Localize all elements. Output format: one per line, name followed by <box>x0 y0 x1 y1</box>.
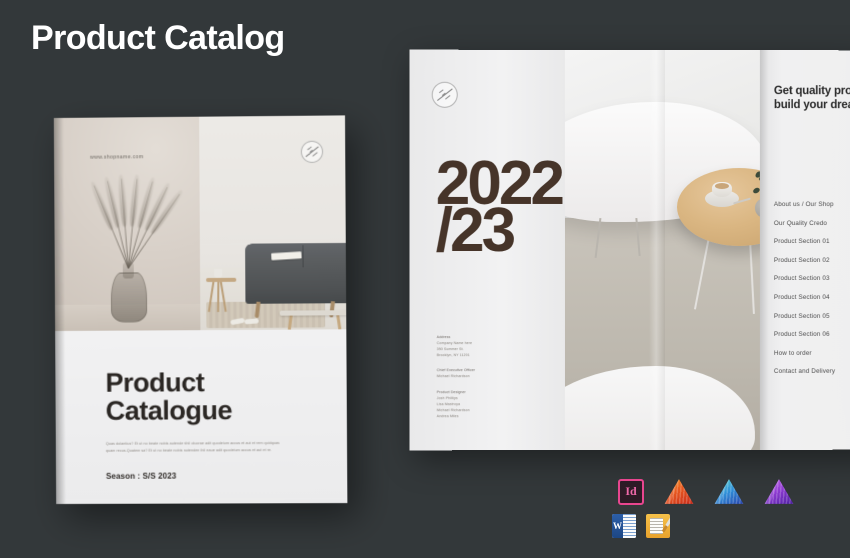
badge-tick <box>445 94 451 100</box>
coffee-crema <box>714 183 729 190</box>
info-line: Brooklyn, NY 11201 <box>436 353 470 358</box>
spread-panel-year: 2022 /23 Address Company Name here 350 S… <box>409 49 565 451</box>
toc-item: Contact and Delivery <box>773 368 836 376</box>
cushion-seam <box>301 245 304 268</box>
toc-item: Product Section 02 <box>773 256 830 264</box>
plant <box>751 158 760 202</box>
info-line: Michael Richardson <box>436 374 470 379</box>
info-block: Product Designer Josh Phillips Lisa Mast… <box>437 389 475 420</box>
badge-tick <box>312 151 318 157</box>
toc-item: Product Section 04 <box>773 293 830 301</box>
brochure-spread: 2022 /23 Address Company Name here 350 S… <box>409 49 850 451</box>
sofa-seat <box>245 256 347 304</box>
pages-sheet <box>650 518 663 534</box>
cover-page: www.shopname.com Product Catalogue Quas … <box>53 115 348 504</box>
catalog-cover-mockup: www.shopname.com Product Catalogue Quas … <box>53 115 348 504</box>
word-letter: W <box>612 514 623 538</box>
brochure-spread-mockup: 2022 /23 Address Company Name here 350 S… <box>409 49 850 451</box>
affinity-photo-icon <box>714 478 744 505</box>
toc-item: How to order <box>773 349 812 357</box>
toc-item: Product Section 06 <box>773 331 830 339</box>
logo-badge-icon <box>300 140 324 163</box>
spread-year-text: 2022 /23 <box>435 148 562 266</box>
spread-headline-line-1: Get quality prod <box>773 85 850 98</box>
spread-panel-photo <box>564 49 760 451</box>
compatible-apps-row-2: W <box>612 514 670 538</box>
side-table-top <box>206 277 237 283</box>
cover-heading-line-1: Product <box>105 367 205 398</box>
spread-headline-line-2: build your drean <box>773 99 850 112</box>
toc-item: Product Section 03 <box>773 275 830 283</box>
cover-body-text: Quas dolantius? Et ut no beate nobis aut… <box>105 441 280 453</box>
screenshot-root: Product Catalog www.shopname.com Product… <box>0 0 850 558</box>
glass-vase <box>110 272 147 323</box>
side-table-leg <box>217 280 220 313</box>
microsoft-word-icon: W <box>612 514 636 538</box>
info-line: Andrea Miles <box>436 414 459 419</box>
cover-photo-vase <box>53 116 201 331</box>
toc-item: Our Quality Credo <box>773 219 828 227</box>
spread-info-blocks: Address Company Name here 350 Summer St.… <box>437 334 475 428</box>
mug <box>214 268 223 278</box>
cover-website-url: www.shopname.com <box>90 154 144 161</box>
page-title: Product Catalog <box>31 19 285 57</box>
coffee-table-top <box>279 310 347 316</box>
table-of-contents: About us / Our Shop Our Quality Credo Pr… <box>774 196 850 382</box>
info-block: Chief Executive Officer Michael Richards… <box>437 367 475 379</box>
spread-panel-contents: Get quality prod build your drean About … <box>759 50 850 450</box>
leaf <box>752 186 760 195</box>
pages-icon <box>646 514 670 538</box>
logo-badge-icon <box>431 81 458 108</box>
word-document-lines <box>623 514 636 538</box>
cover-season-label: Season : S/S 2023 <box>106 471 177 481</box>
cover-text-block: Product Catalogue Quas dolantius? Et ut … <box>55 329 348 504</box>
cover-photo-living-room <box>199 115 347 331</box>
affinity-designer-icon <box>664 478 694 505</box>
indesign-icon: Id <box>618 478 644 505</box>
cover-heading-line-2: Catalogue <box>105 395 233 426</box>
toc-item: About us / Our Shop <box>773 201 834 209</box>
compatible-apps-row-1: Id <box>618 478 794 505</box>
toc-item: Product Section 01 <box>773 238 830 246</box>
affinity-publisher-icon <box>764 478 794 505</box>
toc-item: Product Section 05 <box>773 312 830 320</box>
spread-headline: Get quality prod build your drean <box>774 84 850 112</box>
slipper <box>244 318 259 325</box>
info-block: Address Company Name here 350 Summer St.… <box>437 334 475 358</box>
cover-heading: Product Catalogue <box>105 367 306 426</box>
